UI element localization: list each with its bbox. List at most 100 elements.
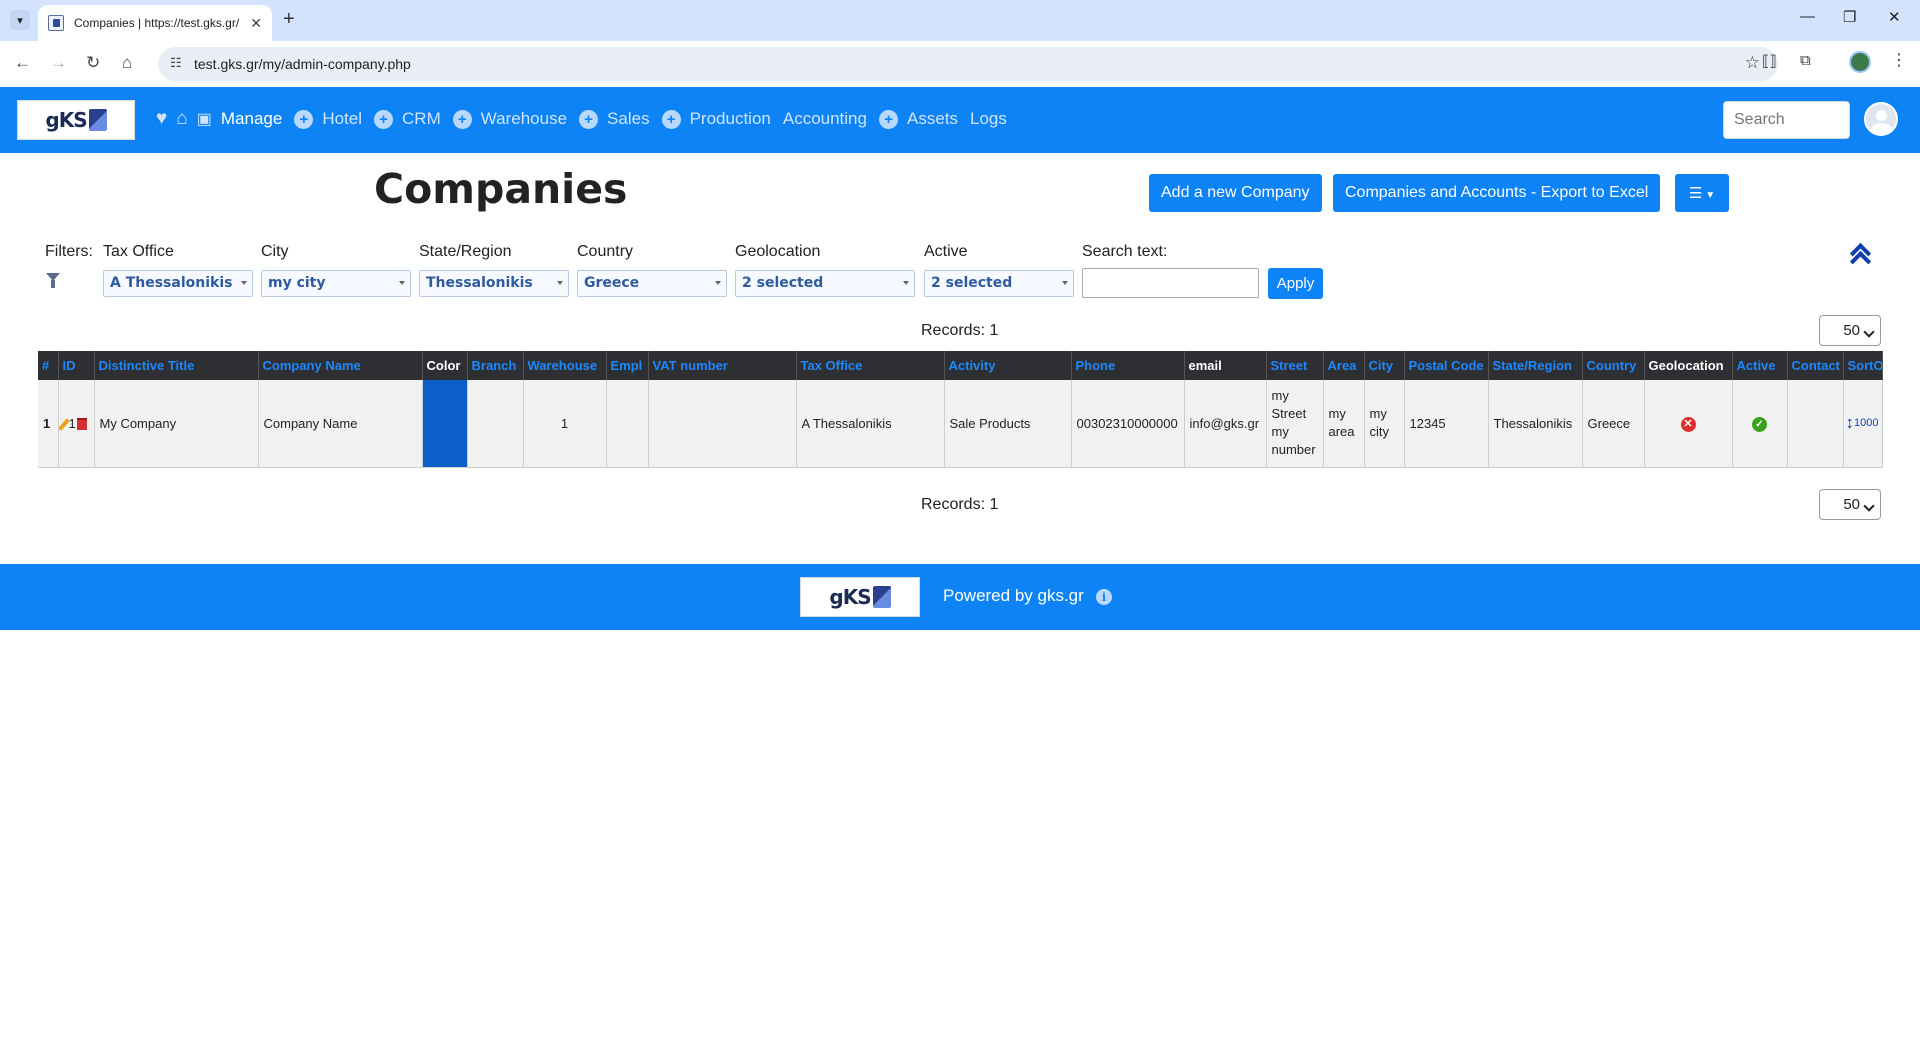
x-circle-icon: ✕ bbox=[1680, 416, 1696, 432]
logo-mark-icon bbox=[872, 586, 891, 608]
minimize-icon[interactable]: — bbox=[1800, 8, 1815, 25]
user-avatar-icon[interactable] bbox=[1864, 102, 1898, 136]
filter-city-select[interactable]: my city bbox=[261, 270, 411, 297]
reload-icon[interactable]: ↻ bbox=[86, 53, 100, 73]
address-bar[interactable]: ☷ test.gks.gr/my/admin-company.php ☆ bbox=[158, 47, 1778, 81]
filter-geolocation-select[interactable]: 2 selected bbox=[735, 270, 915, 297]
forward-arrow-icon[interactable]: → bbox=[50, 53, 67, 73]
col-header-street[interactable]: Street bbox=[1266, 351, 1324, 380]
extensions-puzzle-icon[interactable]: ⧉ bbox=[1800, 52, 1811, 69]
col-header-empl[interactable]: Empl bbox=[606, 351, 649, 380]
col-header-contact[interactable]: Contact bbox=[1787, 351, 1844, 380]
footer-logo[interactable]: gKS bbox=[800, 577, 920, 617]
site-info-icon[interactable]: ☷ bbox=[170, 55, 182, 71]
back-arrow-icon[interactable]: ← bbox=[14, 53, 31, 73]
info-icon[interactable]: i bbox=[1096, 589, 1112, 605]
cell-sort-order: ↕1000 bbox=[1843, 380, 1883, 468]
plus-circle-icon[interactable]: + bbox=[579, 109, 599, 129]
browser-menu-icon[interactable]: ⋮ bbox=[1891, 50, 1907, 70]
filter-tax-office-label: Tax Office bbox=[103, 243, 174, 260]
main-nav: ♥ ⌂ ▣ Manage + Hotel + CRM + Warehouse +… bbox=[156, 108, 1019, 130]
filter-tax-office-select[interactable]: A Thessalonikis bbox=[103, 270, 253, 297]
home-icon[interactable]: ⌂ bbox=[122, 53, 132, 73]
caret-down-icon bbox=[399, 281, 405, 285]
col-header-company-name[interactable]: Company Name bbox=[258, 351, 423, 380]
nav-accounting[interactable]: Accounting bbox=[783, 109, 867, 129]
app-logo[interactable]: gKS bbox=[17, 100, 135, 140]
window-close-icon[interactable]: ✕ bbox=[1888, 8, 1901, 26]
col-header-tax-office[interactable]: Tax Office bbox=[796, 351, 945, 380]
col-header-country[interactable]: Country bbox=[1582, 351, 1645, 380]
col-header-phone[interactable]: Phone bbox=[1071, 351, 1185, 380]
house-icon[interactable]: ⌂ bbox=[176, 108, 187, 130]
new-tab-icon[interactable]: + bbox=[283, 8, 295, 31]
nav-assets[interactable]: Assets bbox=[907, 109, 958, 129]
filter-active-select[interactable]: 2 selected bbox=[924, 270, 1074, 297]
nav-crm[interactable]: CRM bbox=[402, 109, 441, 129]
trash-delete-icon[interactable] bbox=[76, 418, 87, 431]
filter-country-select[interactable]: Greece bbox=[577, 270, 727, 297]
col-header-postal-code[interactable]: Postal Code bbox=[1404, 351, 1489, 380]
browser-tab-active[interactable]: Companies | https://test.gks.gr/ ✕ bbox=[38, 5, 272, 41]
page-title: Companies bbox=[374, 165, 628, 213]
add-company-button[interactable]: Add a new Company bbox=[1149, 174, 1322, 212]
browser-profile-avatar[interactable] bbox=[1849, 51, 1871, 73]
double-chevron-up-icon[interactable] bbox=[1849, 240, 1873, 273]
column-settings-button[interactable]: ☰ ▼ bbox=[1675, 174, 1729, 212]
nav-logs[interactable]: Logs bbox=[970, 109, 1007, 129]
sort-order-value[interactable]: 1000 bbox=[1854, 417, 1878, 429]
col-header-sort-order[interactable]: SortO bbox=[1843, 351, 1883, 380]
cell-active: ✓ bbox=[1732, 380, 1788, 468]
col-header-area[interactable]: Area bbox=[1323, 351, 1365, 380]
plus-circle-icon[interactable]: + bbox=[374, 109, 394, 129]
page-size-select-bottom[interactable]: 50 bbox=[1819, 489, 1881, 520]
tab-title: Companies | https://test.gks.gr/ bbox=[74, 16, 240, 30]
filter-search-input[interactable] bbox=[1082, 268, 1259, 298]
nav-warehouse[interactable]: Warehouse bbox=[481, 109, 567, 129]
col-header-branch[interactable]: Branch bbox=[467, 351, 524, 380]
heart-icon[interactable]: ♥ bbox=[156, 108, 167, 130]
image-icon[interactable]: ▣ bbox=[197, 109, 212, 129]
filter-geolocation-value: 2 selected bbox=[742, 275, 824, 291]
caret-down-icon bbox=[715, 281, 721, 285]
page-size-value: 50 bbox=[1843, 322, 1860, 339]
plus-circle-icon[interactable]: + bbox=[878, 109, 898, 129]
page-size-select-top[interactable]: 50 bbox=[1819, 315, 1881, 346]
nav-manage[interactable]: Manage bbox=[221, 109, 282, 129]
bookmark-star-icon[interactable]: ☆ bbox=[1745, 53, 1760, 73]
plus-circle-icon[interactable]: + bbox=[661, 109, 681, 129]
col-header-distinctive-title[interactable]: Distinctive Title bbox=[94, 351, 259, 380]
col-header-city[interactable]: City bbox=[1364, 351, 1405, 380]
col-header-active[interactable]: Active bbox=[1732, 351, 1788, 380]
col-header-email: email bbox=[1184, 351, 1267, 380]
nav-hotel[interactable]: Hotel bbox=[322, 109, 362, 129]
col-header-activity[interactable]: Activity bbox=[944, 351, 1072, 380]
restore-icon[interactable]: ❐ bbox=[1843, 8, 1856, 26]
nav-sales[interactable]: Sales bbox=[607, 109, 650, 129]
col-header-vat[interactable]: VAT number bbox=[648, 351, 797, 380]
cell-postal-code: 12345 bbox=[1404, 380, 1489, 468]
cell-city: my city bbox=[1364, 380, 1405, 468]
col-header-id[interactable]: ID bbox=[58, 351, 95, 380]
cell-vat bbox=[648, 380, 797, 468]
extension-icon[interactable]: ⟦⟧ bbox=[1762, 52, 1777, 70]
url-text: test.gks.gr/my/admin-company.php bbox=[194, 56, 411, 72]
powered-by-text[interactable]: Powered by gks.gr bbox=[943, 586, 1084, 606]
plus-circle-icon[interactable]: + bbox=[452, 109, 472, 129]
caret-down-icon bbox=[557, 281, 563, 285]
plus-circle-icon[interactable]: + bbox=[294, 109, 314, 129]
cell-empl bbox=[606, 380, 649, 468]
sort-drag-arrow-icon[interactable]: ↕ bbox=[1846, 413, 1855, 432]
col-header-warehouse[interactable]: Warehouse bbox=[523, 351, 607, 380]
app-search-input[interactable] bbox=[1723, 101, 1850, 139]
col-header-num[interactable]: # bbox=[38, 351, 59, 380]
apply-filters-button[interactable]: Apply bbox=[1268, 268, 1323, 299]
records-count-top: Records: 1 bbox=[921, 322, 999, 339]
col-header-state[interactable]: State/Region bbox=[1488, 351, 1583, 380]
tab-list-chevron-icon[interactable]: ▾ bbox=[10, 10, 30, 30]
nav-production[interactable]: Production bbox=[690, 109, 771, 129]
export-excel-button[interactable]: Companies and Accounts - Export to Excel bbox=[1333, 174, 1661, 212]
funnel-icon[interactable] bbox=[46, 273, 60, 288]
filter-state-select[interactable]: Thessalonikis bbox=[419, 270, 569, 297]
tab-close-icon[interactable]: ✕ bbox=[250, 15, 262, 32]
